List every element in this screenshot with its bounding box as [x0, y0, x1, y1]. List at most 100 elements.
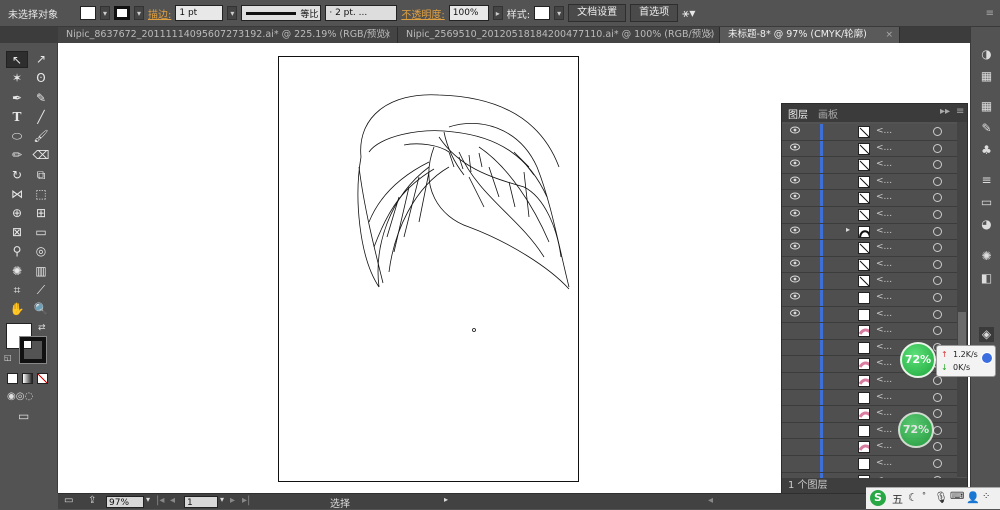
opacity-field[interactable]: 100% — [448, 5, 489, 21]
zoom-dropdown-icon[interactable]: ▾ — [146, 495, 150, 504]
visibility-eye-icon[interactable] — [790, 176, 800, 187]
target-circle-icon[interactable] — [933, 143, 942, 153]
target-circle-icon[interactable] — [933, 259, 942, 269]
visibility-eye-icon[interactable] — [790, 126, 800, 137]
layer-row[interactable]: <... — [782, 439, 957, 456]
ime-mode[interactable]: 五 — [892, 491, 903, 507]
tab-document-3[interactable]: 未标题-8* @ 97% (CMYK/轮廓) × — [720, 27, 900, 43]
layer-name[interactable]: <... — [876, 325, 892, 335]
fill-swatch[interactable] — [80, 6, 96, 20]
target-circle-icon[interactable] — [933, 293, 942, 302]
transparency-icon[interactable]: ◕ — [979, 217, 994, 232]
layer-name[interactable]: <... — [876, 176, 892, 186]
target-circle-icon[interactable] — [933, 392, 942, 402]
visibility-eye-icon[interactable] — [790, 275, 800, 286]
layer-name[interactable]: <... — [876, 259, 892, 269]
last-artboard-icon[interactable]: ▸| — [242, 495, 250, 506]
layer-row[interactable]: <... — [782, 157, 957, 174]
layer-row[interactable]: <... — [782, 456, 957, 473]
tab-layers[interactable]: 图层 — [788, 106, 808, 121]
blend-tool-icon[interactable]: ◎ — [30, 243, 52, 260]
artboard-dropdown-icon[interactable]: ▾ — [220, 495, 224, 504]
close-icon[interactable]: × — [705, 27, 713, 43]
screen-mode-icon[interactable]: ▭ — [18, 409, 29, 423]
sogou-logo-icon[interactable]: S — [870, 490, 886, 506]
target-circle-icon[interactable] — [933, 442, 942, 452]
layer-name[interactable]: <... — [876, 458, 892, 468]
hand-tool-icon[interactable]: ✋ — [6, 301, 28, 318]
layer-row[interactable]: <... — [782, 256, 957, 274]
layer-name[interactable]: <... — [876, 375, 892, 385]
layer-name[interactable]: <... — [876, 309, 892, 319]
layer-name[interactable]: <... — [876, 408, 892, 418]
selection-tool-icon[interactable]: ↖ — [6, 51, 28, 68]
panel-collapse-icon[interactable]: ▸▸ — [940, 106, 950, 117]
graph-tool-icon[interactable]: ▥ — [30, 263, 52, 280]
visibility-eye-icon[interactable] — [790, 226, 800, 237]
layer-name[interactable]: <... — [876, 441, 892, 451]
curvature-tool-icon[interactable]: ✎ — [30, 90, 52, 107]
stroke-color-box[interactable] — [19, 336, 47, 364]
first-artboard-icon[interactable]: |◂ — [156, 495, 164, 506]
stroke-profile-select[interactable]: 等比 — [241, 5, 322, 21]
target-circle-icon[interactable] — [933, 425, 942, 435]
layer-row[interactable]: <... — [782, 190, 957, 207]
target-circle-icon[interactable] — [933, 326, 942, 336]
color-guide-icon[interactable]: ▦ — [979, 69, 994, 84]
ime-mic-icon[interactable]: 🎙 — [934, 491, 948, 504]
target-circle-icon[interactable] — [933, 127, 942, 136]
layer-row[interactable]: <... — [782, 207, 957, 224]
ime-moon-icon[interactable]: ☾ — [908, 491, 918, 504]
document-setup-button[interactable]: 文档设置 — [568, 4, 627, 22]
visibility-eye-icon[interactable] — [790, 242, 800, 253]
ellipse-tool-icon[interactable]: ⬭ — [6, 128, 28, 145]
style-swatch[interactable] — [534, 6, 551, 20]
status-menu-icon[interactable]: ▸ — [444, 495, 448, 504]
stroke-weight-field[interactable]: 1 pt — [175, 5, 224, 21]
layer-name[interactable]: <... — [876, 159, 892, 169]
target-circle-icon[interactable] — [933, 409, 942, 419]
swap-colors-icon[interactable]: ⇄ — [38, 323, 46, 333]
pen-tool-icon[interactable]: ✒ — [6, 90, 28, 107]
graphic-styles-icon[interactable]: ◧ — [979, 271, 994, 286]
visibility-eye-icon[interactable] — [790, 259, 800, 270]
target-circle-icon[interactable] — [933, 459, 942, 468]
next-artboard-icon[interactable]: ▸ — [230, 495, 235, 506]
artboard-nav-icon[interactable]: ▭ — [64, 495, 73, 506]
visibility-eye-icon[interactable] — [790, 209, 800, 220]
target-circle-icon[interactable] — [933, 376, 942, 385]
none-mode-icon[interactable] — [37, 373, 48, 384]
target-circle-icon[interactable] — [933, 243, 942, 253]
layer-name[interactable]: <... — [876, 226, 892, 236]
rotate-tool-icon[interactable]: ↻ — [6, 167, 28, 184]
stroke-label[interactable]: 描边: — [148, 6, 171, 21]
stroke-swatch[interactable] — [114, 6, 130, 20]
visibility-eye-icon[interactable] — [790, 192, 800, 203]
lasso-icon[interactable]: ʘ — [30, 70, 52, 87]
layer-name[interactable]: <... — [876, 292, 892, 302]
eraser-icon[interactable]: ⌫ — [30, 147, 52, 164]
layer-row[interactable]: <... — [782, 389, 957, 407]
target-circle-icon[interactable] — [933, 176, 942, 186]
layer-row[interactable]: <... — [782, 323, 957, 340]
symbols-icon[interactable]: ♣ — [979, 143, 994, 158]
line-tool-icon[interactable]: ╱ — [30, 109, 52, 126]
perspective-grid-icon[interactable]: ⊞ — [30, 205, 52, 222]
preferences-button[interactable]: 首选项 — [630, 4, 679, 22]
status-scroll-left-icon[interactable]: ◂ — [708, 495, 713, 506]
panel-menu-icon[interactable]: ≡ — [956, 106, 964, 117]
target-circle-icon[interactable] — [933, 160, 942, 170]
tab-artboards[interactable]: 画板 — [818, 106, 838, 121]
stroke-panel-icon[interactable]: ≡ — [979, 173, 994, 188]
brush-definition-field[interactable]: · 2 pt. ... — [325, 5, 398, 21]
appearance-icon[interactable]: ✺ — [979, 249, 994, 264]
gradient-panel-icon[interactable]: ▭ — [979, 195, 994, 210]
network-monitor-circle[interactable]: 72% — [900, 342, 936, 378]
layer-name[interactable]: <... — [876, 358, 892, 368]
visibility-eye-icon[interactable] — [790, 143, 800, 154]
type-tool-icon[interactable]: T — [6, 109, 28, 126]
layers-scrollbar[interactable] — [957, 122, 967, 477]
direct-selection-tool-icon[interactable]: ↗ — [30, 51, 52, 68]
layer-name[interactable]: <... — [876, 209, 892, 219]
layer-row[interactable]: <... — [782, 290, 957, 307]
